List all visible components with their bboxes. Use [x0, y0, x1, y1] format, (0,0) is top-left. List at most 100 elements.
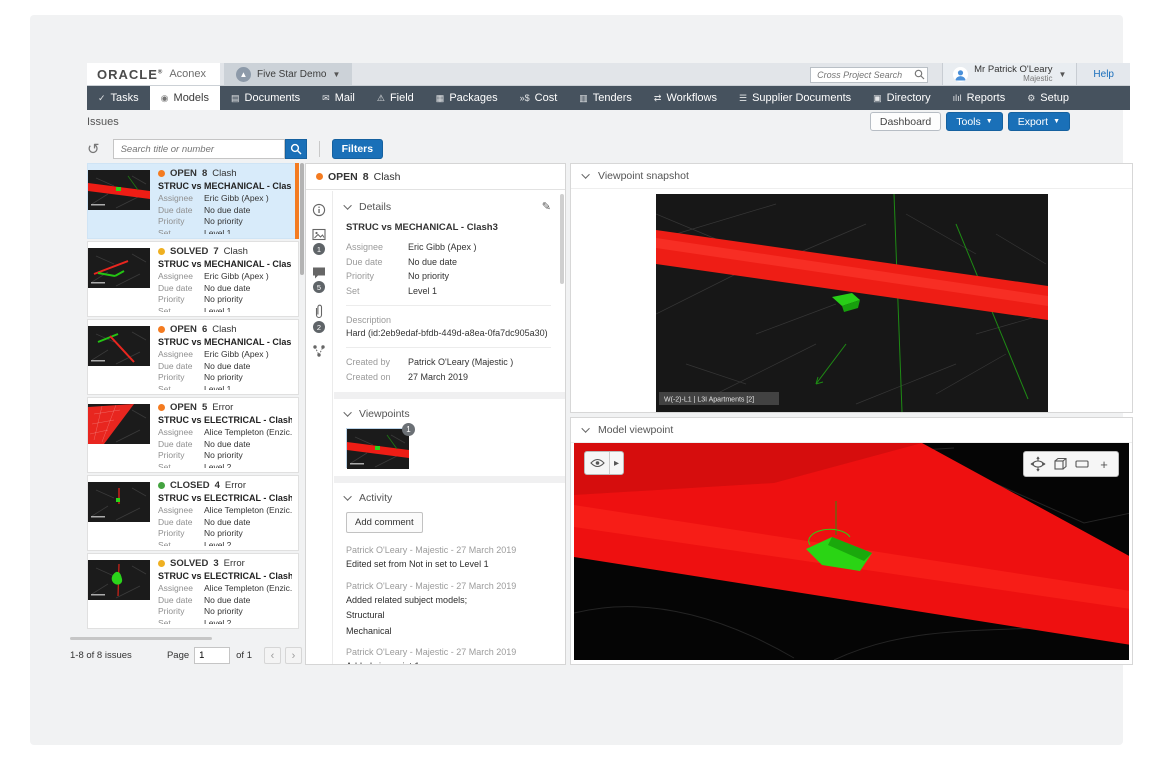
collapse-chevron-icon[interactable]	[343, 200, 352, 210]
tab-label: Setup	[1040, 92, 1070, 104]
prev-page-button[interactable]: ‹	[264, 647, 281, 664]
assignee-value: Alice Templeton (Enzic...	[204, 505, 292, 515]
assignee-label: Assignee	[158, 583, 193, 593]
project-selector[interactable]: ▲ Five Star Demo ▼	[224, 63, 353, 85]
tab-tenders[interactable]: ▥ Tenders	[568, 86, 643, 110]
issue-thumbnail	[88, 482, 150, 522]
viewpoints-section: Viewpoints 1	[334, 399, 565, 476]
assignee-label: Assignee	[158, 271, 193, 281]
tab-directory[interactable]: ▣ Directory	[862, 86, 942, 110]
help-link[interactable]: Help	[1093, 69, 1114, 80]
assignee-label: Assignee	[158, 193, 193, 203]
refresh-icon[interactable]: ↺	[87, 142, 100, 157]
issue-card[interactable]: CLOSED 4 Error STRUC vs ELECTRICAL - Cla…	[87, 475, 299, 551]
tab-reports[interactable]: ılıl Reports	[942, 86, 1017, 110]
dashboard-button[interactable]: Dashboard	[869, 112, 942, 131]
issue-title: STRUC vs MECHANICAL - Clash1	[158, 337, 292, 347]
tab-setup[interactable]: ⚙ Setup	[1016, 86, 1080, 110]
issue-thumbnail	[88, 560, 150, 600]
priority-value: No priority	[204, 294, 243, 304]
issue-type: Error	[224, 480, 247, 491]
set-value: Level 2	[204, 617, 232, 625]
user-menu[interactable]: Mr Patrick O'Leary Majestic ▼	[942, 63, 1077, 85]
tab-cost[interactable]: »$ Cost	[509, 86, 569, 110]
tab-label: Tasks	[110, 92, 139, 104]
description-label: Description	[346, 315, 392, 325]
collapse-chevron-icon[interactable]	[581, 170, 590, 179]
horizontal-scrollbar[interactable]	[70, 637, 212, 640]
activity-line: Added viewpoint 1	[346, 661, 551, 664]
model-3d-viewer[interactable]: ▸ +	[574, 443, 1129, 660]
issue-card[interactable]: SOLVED 3 Error STRUC vs ELECTRICAL - Cla…	[87, 553, 299, 629]
filters-button[interactable]: Filters	[331, 139, 384, 159]
priority-value: No priority	[204, 528, 243, 538]
search-icon[interactable]	[914, 67, 925, 85]
issue-title: STRUC vs ELECTRICAL - Clash3	[158, 493, 292, 503]
issue-card[interactable]: OPEN 5 Error STRUC vs ELECTRICAL - Clash…	[87, 397, 299, 473]
attachments-tab[interactable]: 2	[313, 304, 325, 333]
details-section-title: Details	[359, 200, 392, 213]
due-date-value: No due date	[204, 438, 251, 449]
set-label: Set	[158, 461, 171, 469]
cross-project-search-input[interactable]	[810, 67, 929, 83]
tab-label: Directory	[886, 92, 931, 104]
cube-icon[interactable]	[1049, 452, 1071, 476]
detail-content: Details ✎ STRUC vs MECHANICAL - Clash3 A…	[334, 191, 565, 664]
tab-field[interactable]: ⚠ Field	[366, 86, 425, 110]
tools-button[interactable]: Tools ▼	[946, 112, 1003, 131]
zoom-out-icon[interactable]	[1071, 452, 1093, 476]
collapse-chevron-icon[interactable]	[581, 424, 590, 433]
assignee-value: Eric Gibb (Apex )	[204, 271, 269, 281]
relations-tab[interactable]	[312, 344, 326, 358]
collapse-chevron-icon[interactable]	[343, 492, 352, 501]
detail-title: STRUC vs MECHANICAL - Clash3	[346, 222, 498, 233]
priority-label: Priority	[158, 216, 185, 226]
edit-pencil-icon[interactable]: ✎	[542, 200, 551, 213]
next-page-button[interactable]: ›	[285, 647, 302, 664]
tab-supplier-documents[interactable]: ☰ Supplier Documents	[728, 86, 862, 110]
tab-documents[interactable]: ▤ Documents	[220, 86, 311, 110]
info-tab[interactable]	[312, 203, 326, 217]
tab-workflows[interactable]: ⇄ Workflows	[643, 86, 728, 110]
created-by-value: Patrick O'Leary (Majestic )	[408, 357, 514, 367]
tab-tasks[interactable]: ✓ Tasks	[87, 86, 150, 110]
add-comment-button[interactable]: Add comment	[346, 512, 423, 533]
issue-card[interactable]: SOLVED 7 Clash STRUC vs MECHANICAL - Cla…	[87, 241, 299, 317]
detail-scrollbar[interactable]	[560, 194, 564, 284]
details-section: Details ✎ STRUC vs MECHANICAL - Clash3 A…	[334, 191, 565, 392]
issue-card[interactable]: OPEN 8 Clash STRUC vs MECHANICAL - Clash…	[87, 163, 299, 239]
viewpoint-snapshot-image[interactable]: W(-2)-L1 | L3I Apartments [2]	[655, 194, 1048, 412]
issue-list-footer: 1-8 of 8 issues Page of 1 ‹ ›	[70, 637, 302, 664]
supplier-icon: ☰	[739, 92, 748, 103]
viewpoint-thumbnail[interactable]: 1	[346, 423, 415, 469]
comments-tab[interactable]: 5	[312, 266, 326, 293]
expand-arrow-icon[interactable]: ▸	[609, 452, 623, 474]
activity-line: Structural	[346, 610, 385, 620]
activity-section-title: Activity	[359, 492, 393, 504]
eye-icon[interactable]	[585, 452, 609, 474]
collapse-chevron-icon[interactable]	[343, 408, 352, 417]
tab-models[interactable]: ◉ Models	[149, 86, 220, 110]
pan-icon[interactable]	[1027, 452, 1049, 476]
priority-value: No priority	[204, 372, 243, 382]
project-avatar-icon: ▲	[236, 66, 252, 82]
zoom-in-icon[interactable]: +	[1093, 452, 1115, 476]
issue-card[interactable]: OPEN 6 Clash STRUC vs MECHANICAL - Clash…	[87, 319, 299, 395]
tab-mail[interactable]: ✉ Mail	[311, 86, 366, 110]
detail-type: Clash	[373, 170, 401, 183]
snapshot-wrap: W(-2)-L1 | L3I Apartments [2]	[571, 189, 1132, 412]
issue-list-scrollbar[interactable]	[300, 163, 304, 275]
mail-icon: ✉	[322, 92, 330, 103]
export-button[interactable]: Export ▼	[1007, 112, 1070, 131]
tab-label: Models	[173, 92, 209, 104]
set-value: Level 1	[204, 305, 232, 313]
page-number-input[interactable]	[194, 647, 231, 664]
issue-search-input[interactable]	[112, 139, 285, 159]
set-value: Level 1	[204, 227, 232, 235]
tab-packages[interactable]: ▦ Packages	[425, 86, 509, 110]
priority-label: Priority	[158, 294, 185, 304]
search-button[interactable]	[284, 139, 307, 159]
viewpoints-count-badge: 1	[313, 243, 325, 255]
viewpoints-tab[interactable]: 1	[312, 228, 326, 255]
activity-entry: Patrick O'Leary - Majestic - 27 March 20…	[346, 545, 551, 571]
